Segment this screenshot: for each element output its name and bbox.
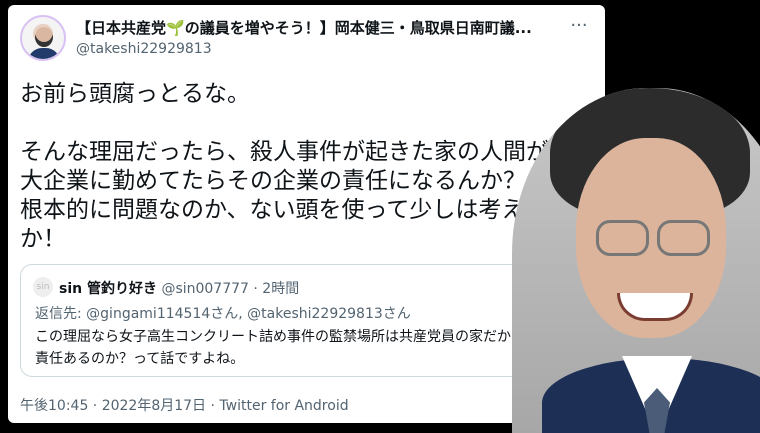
display-name-prefix: 【日本共産党 — [76, 19, 167, 37]
quoted-author-avatar[interactable]: sin — [33, 277, 53, 297]
author-display-name[interactable]: 【日本共産党🌱の議員を増やそう！】岡本健三・鳥取県日南町議... — [76, 17, 559, 38]
quoted-tweet-time: · 2時間 — [253, 281, 300, 297]
avatar-suit-icon — [28, 48, 60, 59]
avatar-face-icon — [35, 27, 53, 47]
quoted-author-name[interactable]: sin 管釣り好き — [59, 281, 157, 297]
sprout-icon: 🌱 — [166, 19, 185, 37]
glasses-right-lens — [657, 220, 710, 256]
portrait-photo — [512, 88, 760, 433]
glasses-left-lens — [596, 220, 649, 256]
author-avatar[interactable] — [20, 15, 66, 61]
reply-to-line: 返信先: @gingami114514さん, @takeshi22929813さ… — [35, 303, 411, 323]
reply-to-label: 返信先: — [35, 306, 82, 322]
quoted-tweet-header: sin 管釣り好き @sin007777 · 2時間 — [59, 278, 299, 298]
quoted-author-handle[interactable]: @sin007777 — [161, 281, 249, 297]
display-name-suffix: の議員を増やそう！】岡本健三・鳥取県日南町議... — [184, 19, 532, 37]
tweet-header: 【日本共産党🌱の議員を増やそう！】岡本健三・鳥取県日南町議... @takesh… — [20, 13, 595, 63]
tweet-footer: 午後10:45 · 2022年8月17日 · Twitter for Andro… — [20, 398, 349, 414]
quoted-tweet-text: この理屈なら女子高生コンクリート詰め事件の監禁場所は共産党員の家だから、共産党に… — [35, 329, 595, 367]
reply-to-users[interactable]: @gingami114514さん, @takeshi22929813さん — [86, 306, 411, 322]
author-handle[interactable]: @takeshi22929813 — [76, 41, 212, 57]
more-options-icon[interactable]: ··· — [567, 17, 591, 35]
